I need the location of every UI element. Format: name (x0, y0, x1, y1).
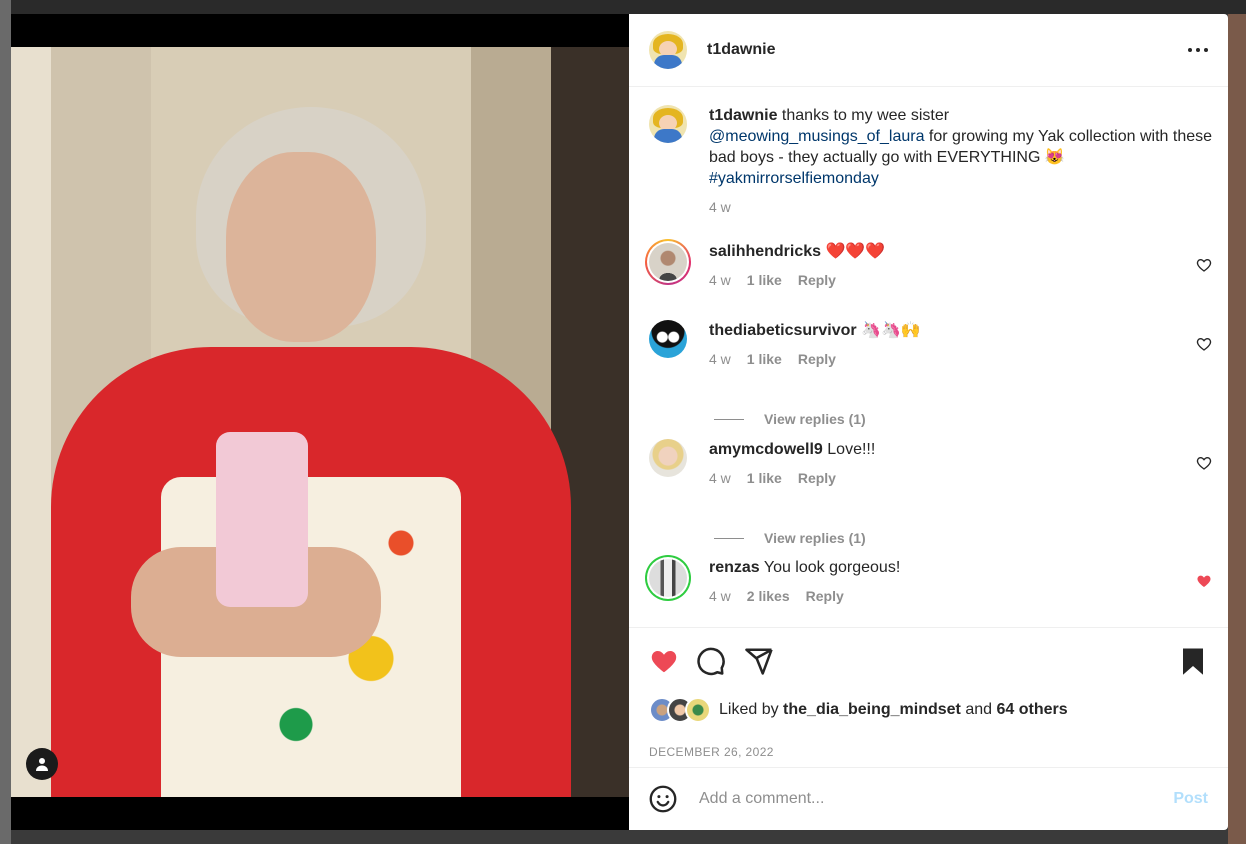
comment-item: salihhendricks ❤️❤️❤️ 4 w 1 like Reply (645, 239, 1212, 291)
reply-button[interactable]: Reply (798, 270, 836, 291)
post-side-panel: t1dawnie t1dawnie thanks to my wee siste… (629, 14, 1228, 830)
heart-outline-icon[interactable] (1196, 455, 1212, 471)
reply-button[interactable]: Reply (798, 349, 836, 370)
comment-item: renzas You look gorgeous! 4 w 2 likes Re… (645, 555, 1212, 607)
comment-time[interactable]: 4 w (709, 468, 731, 489)
caption-hashtag[interactable]: #yakmirrorselfiemonday (709, 170, 879, 187)
comment-username[interactable]: renzas (709, 559, 760, 576)
comment-text: 🦄🦄🙌 (861, 322, 921, 339)
comment-input[interactable] (697, 789, 1174, 809)
post-photo-area (11, 14, 629, 830)
comment-icon[interactable] (696, 646, 726, 676)
bookmark-filled-icon[interactable] (1178, 646, 1208, 676)
commenter-avatar[interactable] (649, 439, 687, 477)
comment-item: thediabeticsurvivor 🦄🦄🙌 4 w 1 like Reply (647, 320, 1212, 370)
caption-avatar[interactable] (649, 105, 687, 143)
reply-button[interactable]: Reply (798, 468, 836, 489)
liked-by-prefix: Liked by (719, 701, 779, 718)
post-date[interactable]: DECEMBER 26, 2022 (649, 745, 774, 759)
reply-button[interactable]: Reply (806, 586, 844, 607)
comment-likes[interactable]: 1 like (747, 349, 782, 370)
comment-text: ❤️❤️❤️ (825, 243, 886, 260)
view-replies-button[interactable]: View replies (1) (714, 530, 866, 546)
commenter-avatar[interactable] (649, 320, 687, 358)
view-replies-line (714, 418, 744, 420)
comment-item: amymcdowell9 Love!!! 4 w 1 like Reply (647, 439, 1212, 489)
view-replies-button[interactable]: View replies (1) (714, 411, 866, 427)
view-replies-line (714, 537, 744, 539)
liked-by-middle: and (965, 701, 993, 718)
author-username[interactable]: t1dawnie (707, 41, 775, 59)
add-comment-bar: Post (629, 767, 1228, 830)
comment-likes[interactable]: 2 likes (747, 586, 790, 607)
comments-section[interactable]: t1dawnie thanks to my wee sister @meowin… (629, 87, 1228, 627)
share-icon[interactable] (744, 646, 774, 676)
comment-username[interactable]: thediabeticsurvivor (709, 322, 857, 339)
comment-username[interactable]: salihhendricks (709, 243, 821, 260)
view-replies-label: View replies (1) (764, 530, 866, 546)
comment-text: You look gorgeous! (763, 559, 901, 576)
commenter-avatar[interactable] (645, 239, 691, 285)
liked-by: Liked by the_dia_being_mindset and 64 ot… (649, 697, 1068, 723)
caption-text: thanks to my wee sister (781, 107, 950, 124)
heart-outline-icon[interactable] (1196, 257, 1212, 273)
comment-likes[interactable]: 1 like (747, 270, 782, 291)
photo-phone (216, 432, 308, 607)
heart-filled-icon[interactable] (649, 646, 679, 676)
post-button[interactable]: Post (1173, 790, 1208, 808)
post-photo[interactable] (11, 47, 629, 797)
liker-avatar (685, 697, 711, 723)
post-actions: Liked by the_dia_being_mindset and 64 ot… (629, 627, 1228, 768)
post-header: t1dawnie (629, 14, 1228, 87)
heart-filled-icon[interactable] (1196, 573, 1212, 589)
post-modal: t1dawnie t1dawnie thanks to my wee siste… (11, 14, 1228, 830)
view-replies-label: View replies (1) (764, 411, 866, 427)
caption-username[interactable]: t1dawnie (709, 107, 777, 124)
comment-likes[interactable]: 1 like (747, 468, 782, 489)
more-icon[interactable] (1188, 48, 1208, 52)
liked-by-others[interactable]: 64 others (996, 701, 1067, 719)
comment-time[interactable]: 4 w (709, 586, 731, 607)
photo-face (226, 152, 376, 342)
comment-text: Love!!! (827, 441, 876, 458)
emoji-icon[interactable] (649, 785, 677, 813)
comment-time[interactable]: 4 w (709, 270, 731, 291)
caption-mention[interactable]: @meowing_musings_of_laura (709, 128, 924, 145)
caption: t1dawnie thanks to my wee sister @meowin… (647, 105, 1212, 218)
comment-username[interactable]: amymcdowell9 (709, 441, 823, 458)
commenter-avatar[interactable] (645, 555, 691, 601)
comment-time[interactable]: 4 w (709, 349, 731, 370)
caption-time[interactable]: 4 w (709, 197, 731, 218)
heart-outline-icon[interactable] (1196, 336, 1212, 352)
user-tag-icon[interactable] (26, 748, 58, 780)
liked-by-user[interactable]: the_dia_being_mindset (783, 701, 961, 719)
author-avatar[interactable] (649, 31, 687, 69)
